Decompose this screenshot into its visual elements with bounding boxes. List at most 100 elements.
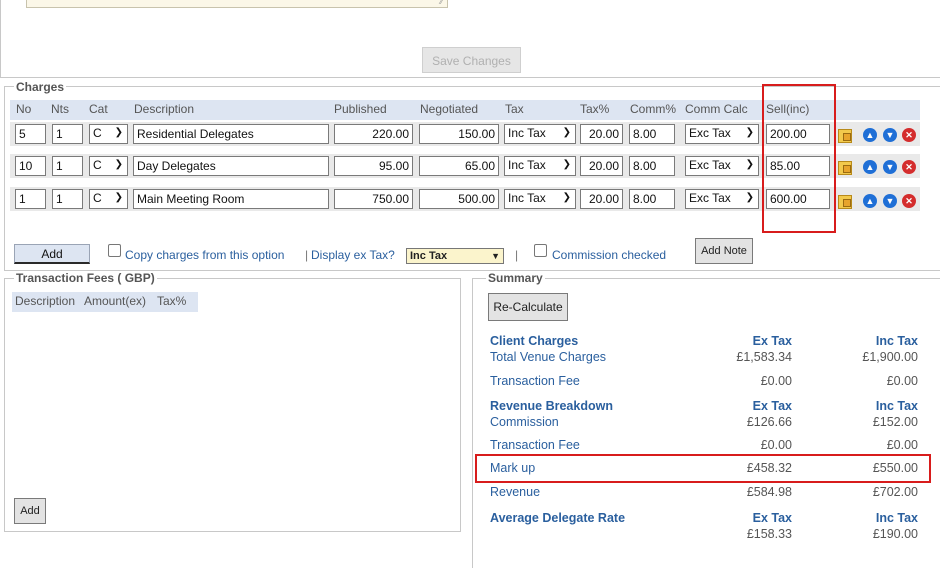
sell-column-highlight bbox=[762, 84, 836, 233]
tax-value: Inc Tax bbox=[508, 191, 546, 205]
tf-col-description: Description bbox=[15, 294, 76, 308]
delete-row-icon[interactable]: ✕ bbox=[902, 194, 916, 208]
notes-textarea[interactable]: ⁄⁄ bbox=[26, 0, 448, 8]
comm-pct-input[interactable]: 8.00 bbox=[629, 124, 675, 144]
recalculate-button[interactable]: Re-Calculate bbox=[488, 293, 568, 321]
move-down-icon[interactable]: ▼ bbox=[883, 194, 897, 208]
description-input[interactable]: Day Delegates bbox=[133, 156, 329, 176]
nts-input[interactable]: 1 bbox=[52, 124, 83, 144]
display-tax-select[interactable]: Inc Tax ▼ bbox=[406, 248, 504, 264]
cat-value: C bbox=[93, 158, 102, 172]
copy-row-icon[interactable] bbox=[838, 195, 852, 209]
chevron-down-icon: ❯ bbox=[745, 192, 754, 203]
revenue-label: Revenue bbox=[490, 485, 541, 499]
copy-charges-checkbox[interactable] bbox=[108, 244, 121, 257]
chevron-down-icon: ❯ bbox=[562, 127, 571, 138]
tax-select[interactable]: Inc Tax ❯ bbox=[504, 124, 576, 144]
display-ex-tax-label: Display ex Tax? bbox=[311, 248, 395, 262]
cat-select[interactable]: C ❯ bbox=[89, 189, 128, 209]
total-venue-inc: £1,900.00 bbox=[862, 350, 918, 364]
copy-row-icon[interactable] bbox=[838, 129, 852, 143]
add-note-button[interactable]: Add Note bbox=[695, 238, 753, 264]
nts-input[interactable]: 1 bbox=[52, 156, 83, 176]
tf-col-tax-pct: Tax% bbox=[157, 294, 187, 308]
published-input[interactable]: 220.00 bbox=[334, 124, 413, 144]
col-no: No bbox=[16, 102, 32, 116]
chevron-down-icon: ❯ bbox=[114, 159, 123, 170]
add-transaction-fee-button[interactable]: Add bbox=[14, 498, 46, 524]
commission-checked-label: Commission checked bbox=[552, 248, 667, 262]
comm-calc-select[interactable]: Exc Tax ❯ bbox=[685, 156, 759, 176]
chevron-down-icon: ❯ bbox=[745, 127, 754, 138]
tax-pct-input[interactable]: 20.00 bbox=[580, 124, 623, 144]
col-comm-calc: Comm Calc bbox=[685, 102, 748, 116]
save-changes-button[interactable]: Save Changes bbox=[422, 47, 521, 73]
cat-select[interactable]: C ❯ bbox=[89, 156, 128, 176]
comm-calc-select[interactable]: Exc Tax ❯ bbox=[685, 189, 759, 209]
tax-select[interactable]: Inc Tax ❯ bbox=[504, 189, 576, 209]
separator: | bbox=[515, 248, 519, 262]
transaction-fee-2-inc: £0.00 bbox=[886, 438, 918, 452]
commission-label: Commission bbox=[490, 415, 559, 429]
commission-ex: £126.66 bbox=[746, 415, 792, 429]
mark-up-label: Mark up bbox=[490, 461, 536, 475]
tf-col-amount: Amount(ex) bbox=[84, 294, 147, 308]
move-up-icon[interactable]: ▲ bbox=[863, 128, 877, 142]
commission-inc: £152.00 bbox=[872, 415, 918, 429]
published-input[interactable]: 750.00 bbox=[334, 189, 413, 209]
description-input[interactable]: Main Meeting Room bbox=[133, 189, 329, 209]
transaction-fee-2-label: Transaction Fee bbox=[490, 438, 580, 452]
transaction-fees-fieldset bbox=[4, 278, 461, 532]
revenue-breakdown-heading: Revenue Breakdown bbox=[490, 399, 613, 413]
chevron-down-icon: ❯ bbox=[114, 127, 123, 138]
col-tax: Tax bbox=[505, 102, 524, 116]
move-up-icon[interactable]: ▲ bbox=[863, 160, 877, 174]
delete-row-icon[interactable]: ✕ bbox=[902, 128, 916, 142]
tax-pct-input[interactable]: 20.00 bbox=[580, 189, 623, 209]
nts-input[interactable]: 1 bbox=[52, 189, 83, 209]
col-negotiated: Negotiated bbox=[420, 102, 479, 116]
average-ex-heading: Ex Tax bbox=[752, 511, 792, 525]
summary-legend: Summary bbox=[486, 271, 545, 285]
commission-checked-checkbox[interactable] bbox=[534, 244, 547, 257]
negotiated-input[interactable]: 65.00 bbox=[419, 156, 499, 176]
average-inc-heading: Inc Tax bbox=[875, 511, 918, 525]
display-tax-value: Inc Tax bbox=[410, 250, 448, 262]
total-venue-label: Total Venue Charges bbox=[490, 350, 607, 364]
revenue-breakdown-ex-heading: Ex Tax bbox=[752, 399, 792, 413]
transaction-fee-label: Transaction Fee bbox=[490, 374, 580, 388]
comm-calc-value: Exc Tax bbox=[689, 191, 731, 205]
copy-charges-label[interactable]: Copy charges from this option bbox=[125, 248, 284, 262]
add-charge-button[interactable]: Add bbox=[14, 244, 90, 264]
no-input[interactable]: 1 bbox=[15, 189, 46, 209]
move-up-icon[interactable]: ▲ bbox=[863, 194, 877, 208]
comm-calc-value: Exc Tax bbox=[689, 126, 731, 140]
description-input[interactable]: Residential Delegates bbox=[133, 124, 329, 144]
transaction-fees-legend: Transaction Fees ( GBP) bbox=[14, 271, 157, 285]
move-down-icon[interactable]: ▼ bbox=[883, 160, 897, 174]
comm-pct-input[interactable]: 8.00 bbox=[629, 156, 675, 176]
col-published: Published bbox=[334, 102, 387, 116]
col-cat: Cat bbox=[89, 102, 108, 116]
cat-value: C bbox=[93, 126, 102, 140]
negotiated-input[interactable]: 500.00 bbox=[419, 189, 499, 209]
copy-row-icon[interactable] bbox=[838, 161, 852, 175]
revenue-ex: £584.98 bbox=[746, 485, 792, 499]
no-input[interactable]: 5 bbox=[15, 124, 46, 144]
chevron-down-icon: ▼ bbox=[491, 251, 500, 261]
chevron-down-icon: ❯ bbox=[745, 159, 754, 170]
chevron-down-icon: ❯ bbox=[114, 192, 123, 203]
delete-row-icon[interactable]: ✕ bbox=[902, 160, 916, 174]
tax-pct-input[interactable]: 20.00 bbox=[580, 156, 623, 176]
tax-value: Inc Tax bbox=[508, 158, 546, 172]
published-input[interactable]: 95.00 bbox=[334, 156, 413, 176]
resize-grip-icon[interactable]: ⁄⁄ bbox=[440, 0, 443, 6]
no-input[interactable]: 10 bbox=[15, 156, 46, 176]
cat-select[interactable]: C ❯ bbox=[89, 124, 128, 144]
tax-select[interactable]: Inc Tax ❯ bbox=[504, 156, 576, 176]
comm-calc-select[interactable]: Exc Tax ❯ bbox=[685, 124, 759, 144]
negotiated-input[interactable]: 150.00 bbox=[419, 124, 499, 144]
col-comm-pct: Comm% bbox=[630, 102, 677, 116]
move-down-icon[interactable]: ▼ bbox=[883, 128, 897, 142]
comm-pct-input[interactable]: 8.00 bbox=[629, 189, 675, 209]
